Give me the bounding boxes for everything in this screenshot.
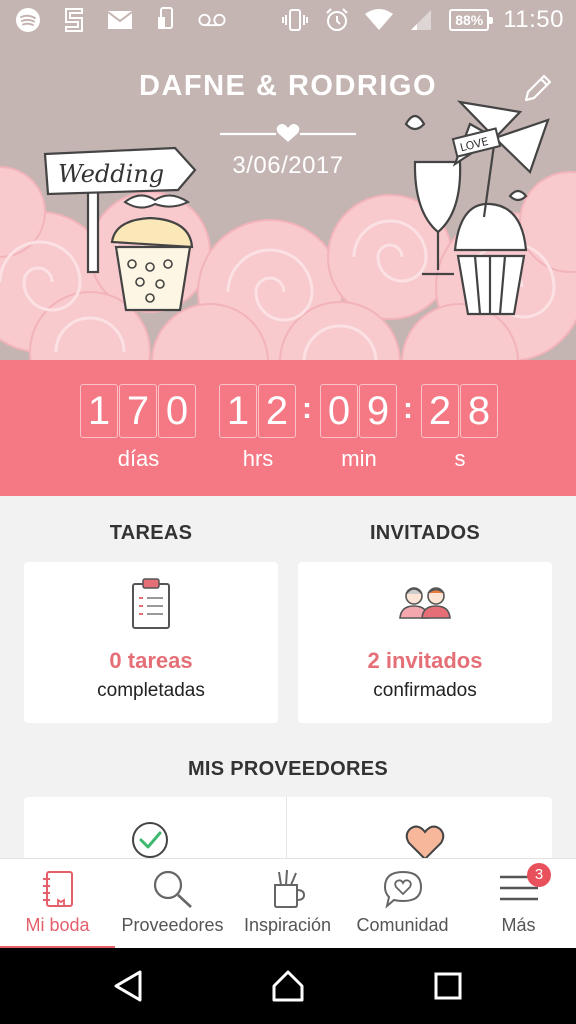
bottom-navigation: Mi boda Proveedores Inspiración Comunida… — [0, 858, 576, 949]
phone-icon — [152, 6, 180, 34]
countdown-digit: 1 — [219, 384, 257, 438]
back-icon[interactable] — [108, 966, 148, 1006]
guests-count: 2 invitados — [367, 648, 483, 673]
nav-label: Mi boda — [25, 915, 90, 935]
notebook-icon — [42, 871, 73, 907]
clock: 11:50 — [503, 6, 564, 33]
home-icon[interactable] — [268, 966, 308, 1006]
chat-heart-icon — [383, 870, 422, 909]
edit-button[interactable] — [522, 72, 554, 104]
tasks-count: 0 tareas — [109, 648, 193, 673]
wedding-date: 3/06/2017 — [232, 152, 344, 179]
countdown-digit: 8 — [460, 384, 498, 438]
countdown-digit: 2 — [421, 384, 459, 438]
countdown-digit: 1 — [80, 384, 118, 438]
nav-proveedores[interactable]: Proveedores — [115, 859, 230, 949]
tasks-subtitle: completadas — [97, 680, 205, 701]
nav-label: Inspiración — [243, 915, 332, 935]
tasks-card[interactable]: 0 tareas completadas — [24, 562, 278, 723]
guests-icon — [399, 587, 451, 619]
minutes-label: min — [341, 446, 377, 471]
nav-label: Proveedores — [121, 915, 224, 935]
vendors-card[interactable] — [24, 797, 552, 867]
nav-mas[interactable]: 3 Más — [461, 859, 576, 949]
countdown-seconds: 2 8 — [421, 384, 499, 438]
wedding-header: Wedding LOVE DAFNE & RODRIGO 3/06/2017 — [0, 42, 576, 360]
voicemail-icon — [198, 6, 226, 34]
tasks-title: TAREAS — [109, 522, 193, 544]
s-app-icon — [60, 6, 88, 34]
guests-title: INVITADOS — [369, 522, 481, 544]
countdown-digit: 2 — [258, 384, 296, 438]
notification-badge: 3 — [527, 863, 551, 887]
vendors-title: MIS PROVEEDORES — [187, 758, 389, 780]
battery-indicator: 88% — [449, 9, 494, 31]
clipboard-icon — [132, 578, 170, 629]
heart-divider-icon — [220, 124, 356, 142]
spotify-icon — [14, 6, 42, 34]
system-navigation-bar — [0, 948, 576, 1024]
inspiration-icon — [273, 869, 305, 908]
nav-label: Más — [501, 915, 536, 935]
heart-icon — [405, 825, 445, 861]
nav-label: Comunidad — [356, 915, 449, 935]
vibrate-icon — [281, 6, 309, 34]
guests-card[interactable]: 2 invitados confirmados — [298, 562, 552, 723]
vendors-divider — [286, 797, 287, 867]
countdown-digit: 9 — [359, 384, 397, 438]
mail-icon — [106, 6, 134, 34]
days-label: días — [117, 446, 160, 471]
alarm-icon — [323, 6, 351, 34]
seconds-label: s — [454, 446, 466, 471]
nav-comunidad[interactable]: Comunidad — [345, 859, 460, 949]
status-bar: 88% 11:50 — [0, 0, 576, 42]
countdown-separator: : — [403, 392, 413, 425]
wifi-icon — [365, 6, 394, 34]
nav-mi-boda[interactable]: Mi boda — [0, 859, 115, 949]
countdown-panel: 1 7 0 1 2 : 0 9 : 2 8 días hrs min s — [0, 360, 576, 496]
signal-icon — [407, 6, 435, 34]
countdown-digit: 7 — [119, 384, 157, 438]
pencil-icon — [524, 74, 552, 102]
nav-inspiracion[interactable]: Inspiración — [230, 859, 345, 949]
search-icon — [153, 870, 192, 908]
recents-icon[interactable] — [428, 966, 468, 1006]
countdown-digit: 0 — [320, 384, 358, 438]
countdown-days: 1 7 0 — [80, 384, 197, 438]
couple-names: DAFNE & RODRIGO — [139, 70, 437, 102]
hours-label: hrs — [242, 446, 274, 471]
countdown-digit: 0 — [158, 384, 196, 438]
countdown-hours: 1 2 — [219, 384, 297, 438]
countdown-separator: : — [302, 392, 312, 425]
guests-subtitle: confirmados — [373, 680, 477, 701]
countdown-minutes: 0 9 — [320, 384, 398, 438]
check-circle-icon — [132, 822, 168, 858]
